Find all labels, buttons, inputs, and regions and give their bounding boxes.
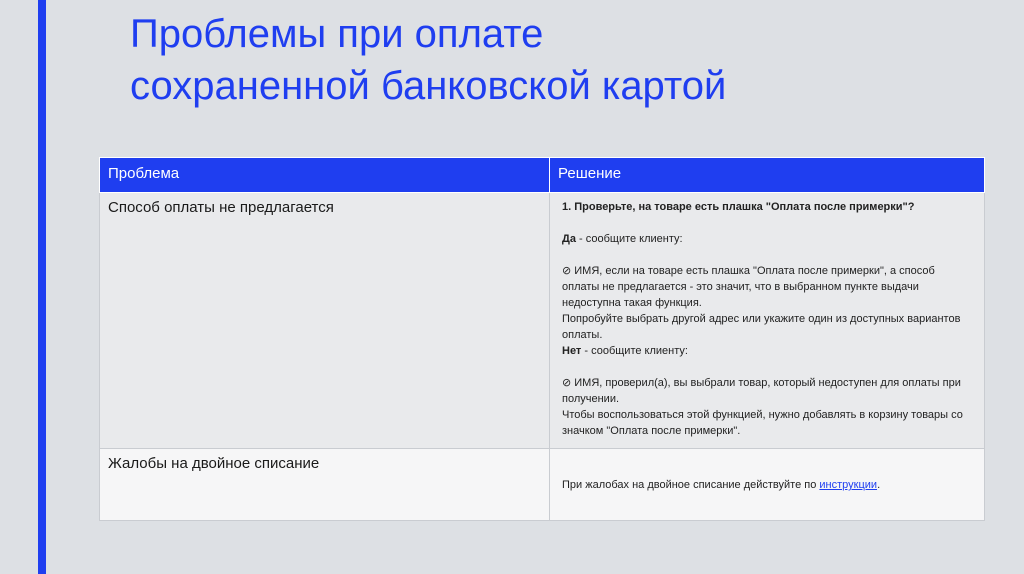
header-problem: Проблема	[99, 157, 550, 193]
title-line-2: сохраненной банковской картой	[130, 64, 727, 108]
problem-cell: Способ оплаты не предлагается	[99, 192, 550, 449]
problems-table: Проблема Решение Способ оплаты не предла…	[99, 157, 985, 521]
table-header-row: Проблема Решение	[99, 157, 985, 193]
yes-label: Да	[562, 233, 576, 245]
solution-yes-line: Да - сообщите клиенту:	[562, 231, 974, 247]
instructions-link[interactable]: инструкции	[819, 479, 877, 491]
solution-no-line: Нет - сообщите клиенту:	[562, 343, 974, 359]
no-label: Нет	[562, 345, 582, 357]
yes-text: - сообщите клиенту:	[575, 233, 683, 245]
solution-cell: 1. Проверьте, на товаре есть плашка "Опл…	[549, 192, 985, 449]
table-row: Жалобы на двойное списание При жалобах н…	[99, 448, 985, 521]
solution-text: При жалобах на двойное списание действуй…	[562, 479, 820, 491]
solution-cell: При жалобах на двойное списание действуй…	[549, 448, 985, 521]
header-solution: Решение	[549, 157, 985, 193]
page-title: Проблемы при оплате сохраненной банковск…	[130, 8, 990, 112]
no-message-2: Чтобы воспользоваться этой функцией, нуж…	[562, 409, 963, 437]
title-line-1: Проблемы при оплате	[130, 12, 544, 56]
no-message-1: ⊘ ИМЯ, проверил(а), вы выбрали товар, ко…	[562, 377, 961, 405]
table-row: Способ оплаты не предлагается 1. Проверь…	[99, 192, 985, 449]
solution-step1: 1. Проверьте, на товаре есть плашка "Опл…	[562, 201, 915, 213]
yes-message-1: ⊘ ИМЯ, если на товаре есть плашка "Оплат…	[562, 265, 935, 309]
solution-end: .	[877, 479, 881, 491]
accent-bar	[38, 0, 46, 574]
problem-cell: Жалобы на двойное списание	[99, 448, 550, 521]
yes-message-2: Попробуйте выбрать другой адрес или укаж…	[562, 313, 961, 341]
no-text: - сообщите клиенту:	[581, 345, 688, 357]
